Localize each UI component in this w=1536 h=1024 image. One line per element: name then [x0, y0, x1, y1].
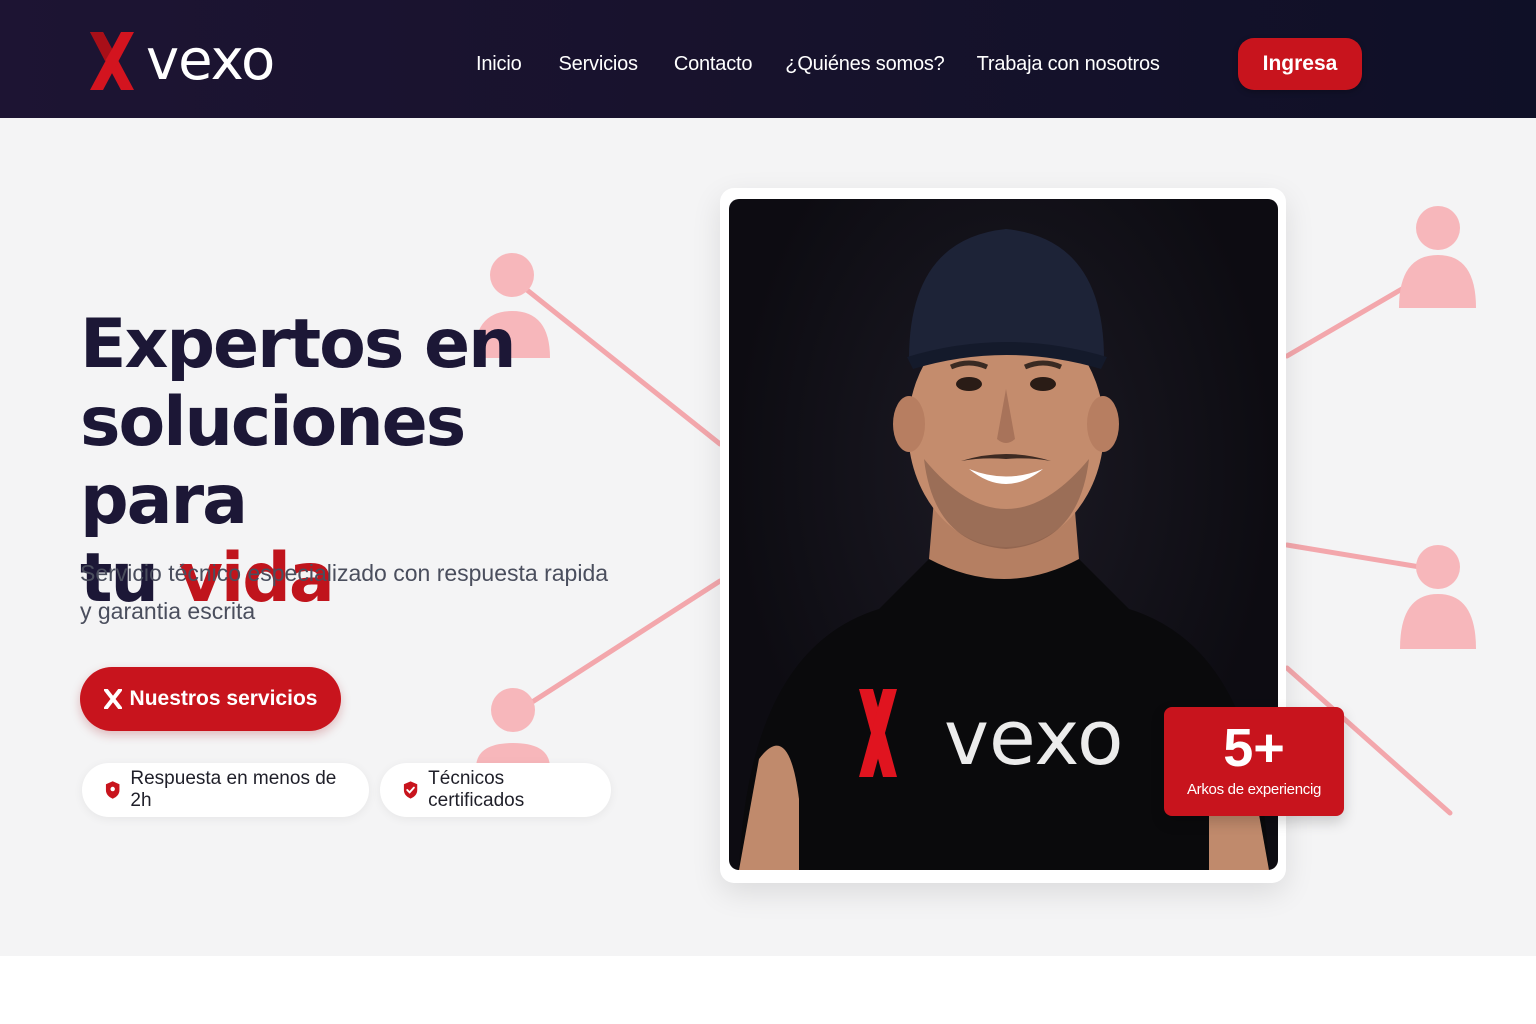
person-icon — [1400, 545, 1476, 649]
badge-fast-response-label: Respuesta en menos de 2h — [130, 768, 337, 811]
shirt-logo-text: vexo — [944, 693, 1124, 782]
nav-link-contacto[interactable]: Contacto — [674, 53, 753, 76]
logo-wordmark: vexo — [146, 28, 275, 93]
brand-logo[interactable]: vexo — [90, 28, 275, 93]
headline-line-1: Expertos en — [80, 305, 517, 384]
hero-section: Expertos en soluciones para tu vida Serv… — [0, 118, 1536, 956]
badge-certified-technicians: Técnicos certificados — [380, 763, 611, 817]
our-services-button[interactable]: Nuestros servicios — [80, 667, 341, 731]
nav-link-quienes-somos[interactable]: ¿Quiénes somos? — [785, 53, 944, 76]
check-badge-icon — [403, 781, 418, 799]
experience-label: Arkos de experiencig — [1186, 781, 1322, 798]
logo-x-mark — [90, 32, 134, 90]
nav-link-trabaja-con-nosotros[interactable]: Trabaja con nosotros — [977, 53, 1160, 76]
badge-fast-response: Respuesta en menos de 2h — [82, 763, 369, 817]
connector-line — [1284, 542, 1441, 573]
person-icon — [1399, 206, 1476, 308]
top-navbar: vexo Inicio Servicios Contacto ¿Quiénes … — [0, 0, 1536, 118]
nav-link-inicio[interactable]: Inicio — [476, 53, 522, 76]
nav-link-servicios[interactable]: Servicios — [559, 53, 639, 76]
badge-certified-label: Técnicos certificados — [428, 768, 525, 811]
experience-value: 5+ — [1223, 718, 1285, 778]
main-nav: Inicio Servicios Contacto ¿Quiénes somos… — [476, 38, 1160, 90]
login-button[interactable]: Ingresa — [1238, 38, 1362, 90]
x-icon — [103, 689, 122, 709]
shield-icon — [105, 781, 120, 799]
our-services-label: Nuestros servicios — [129, 687, 318, 710]
headline-line-2: soluciones para — [80, 383, 466, 540]
experience-card: 5+ Arkos de experiencig — [1164, 707, 1344, 816]
hero-subtitle: Servicio técnico especializado con respu… — [80, 560, 609, 624]
